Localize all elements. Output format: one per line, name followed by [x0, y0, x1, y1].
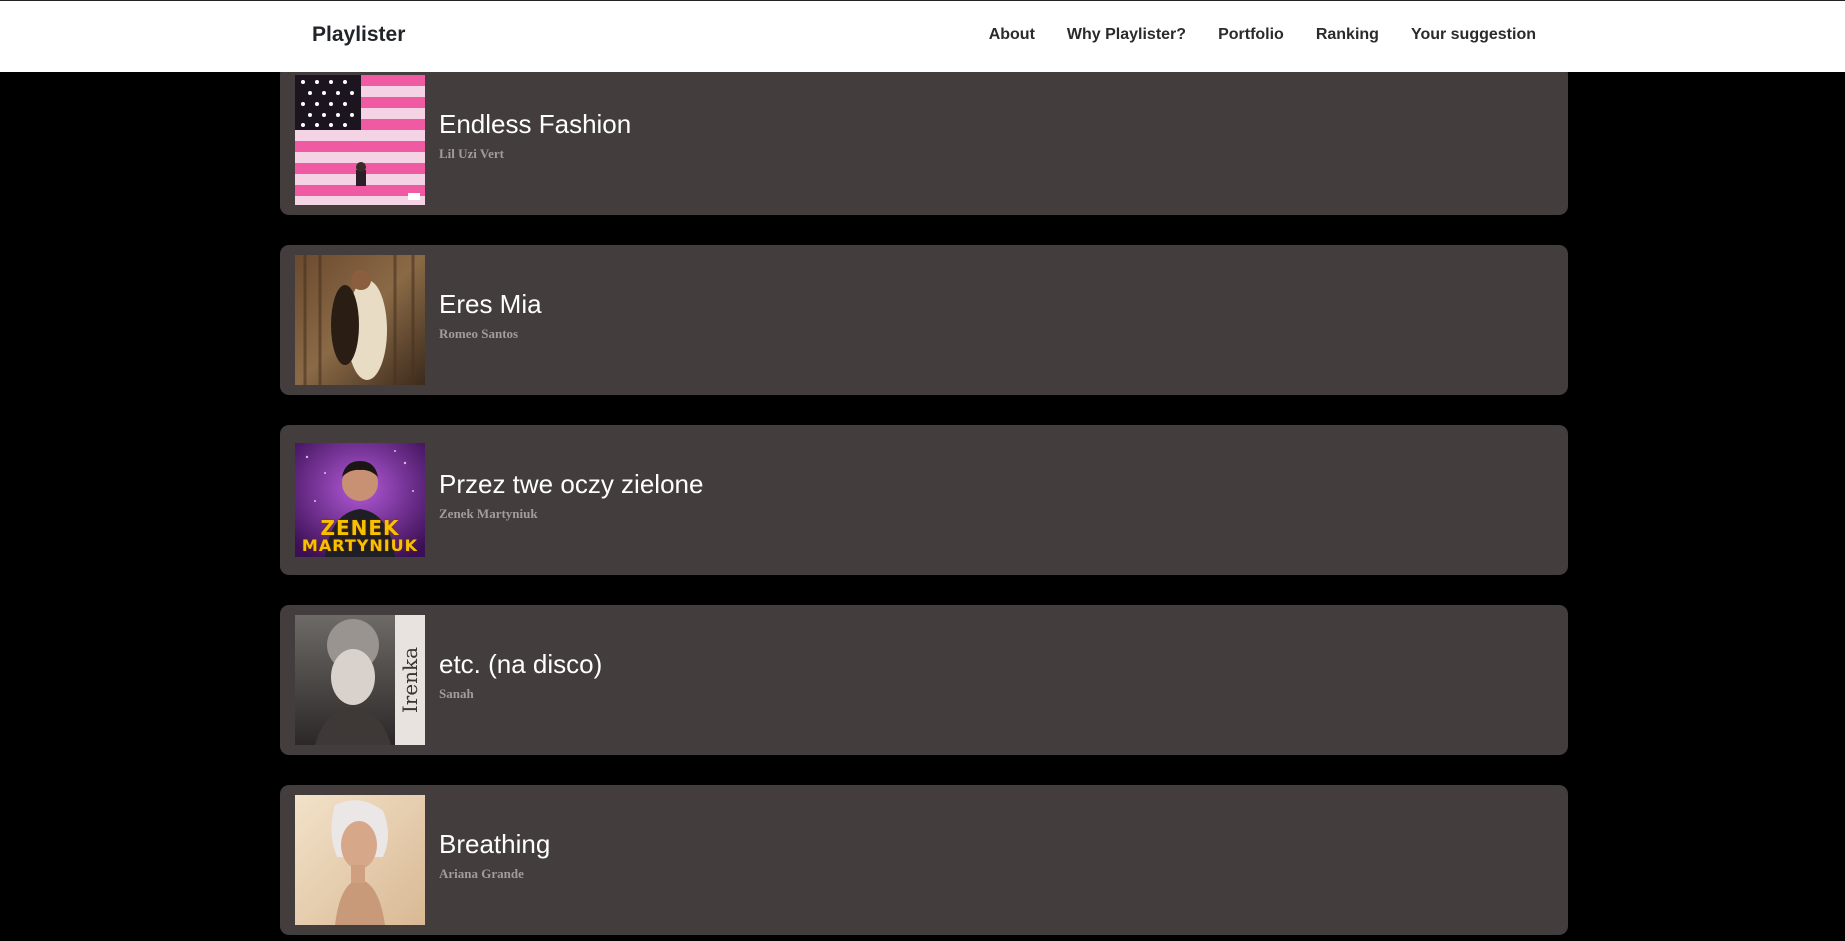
album-cover-text: ZENEK MARTYNIUK	[301, 516, 419, 555]
song-title: etc. (na disco)	[439, 649, 603, 679]
song-title: Eres Mia	[439, 289, 542, 319]
nav-link-why-playlister[interactable]: Why Playlister?	[1067, 26, 1186, 44]
song-card[interactable]: ZENEK MARTYNIUK Przez twe oczy zielone Z…	[280, 425, 1568, 575]
album-cover-image	[295, 255, 425, 385]
nav-link-about[interactable]: About	[989, 26, 1035, 44]
song-card[interactable]: Endless Fashion Lil Uzi Vert	[280, 65, 1568, 215]
brand-logo[interactable]: Playlister	[312, 23, 405, 47]
album-cover-image	[295, 75, 425, 205]
song-artist: Lil Uzi Vert	[439, 146, 504, 161]
song-title: Przez twe oczy zielone	[439, 469, 704, 499]
album-cover-image: ZENEK MARTYNIUK	[295, 443, 425, 557]
album-cover-image: Irenka	[295, 615, 425, 745]
song-card[interactable]: Breathing Ariana Grande	[280, 785, 1568, 935]
song-title: Breathing	[439, 829, 551, 859]
song-card[interactable]: Eres Mia Romeo Santos	[280, 245, 1568, 395]
nav-link-your-suggestion[interactable]: Your suggestion	[1411, 26, 1536, 44]
nav-link-ranking[interactable]: Ranking	[1316, 26, 1379, 44]
nav-link-portfolio[interactable]: Portfolio	[1218, 26, 1284, 44]
song-artist: Romeo Santos	[439, 326, 519, 341]
song-artist: Ariana Grande	[439, 866, 524, 881]
album-cover-image	[295, 795, 425, 925]
song-artist: Zenek Martyniuk	[439, 506, 538, 521]
song-artist: Sanah	[439, 686, 474, 701]
song-card[interactable]: Irenka etc. (na disco) Sanah	[280, 605, 1568, 755]
song-title: Endless Fashion	[439, 109, 632, 139]
nav-links: About Why Playlister? Portfolio Ranking …	[989, 26, 1536, 44]
album-cover-text: Irenka	[398, 646, 423, 714]
top-navbar: Playlister About Why Playlister? Portfol…	[0, 0, 1845, 72]
